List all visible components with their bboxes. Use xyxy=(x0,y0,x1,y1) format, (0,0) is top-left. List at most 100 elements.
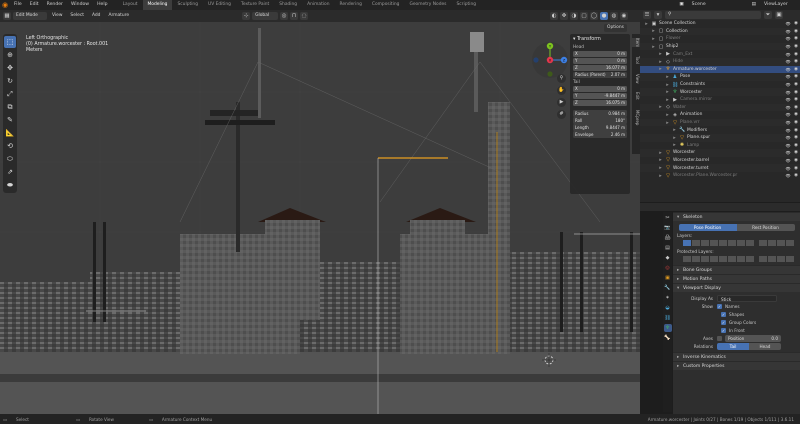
transform-panel-title[interactable]: ▾ Transform xyxy=(573,36,627,43)
outliner-row[interactable]: ▸ ♆ Worcester 👁 ◉ xyxy=(640,88,800,96)
eye-icon[interactable]: 👁 xyxy=(784,36,792,41)
chevron-right-icon[interactable]: ▸ xyxy=(658,66,663,72)
view-layer-icon[interactable]: ▤ xyxy=(664,244,672,252)
render-visibility-icon[interactable]: ◉ xyxy=(792,166,800,171)
bone-icon[interactable]: 🦴 xyxy=(664,334,672,342)
render-visibility-icon[interactable]: ◉ xyxy=(792,67,800,72)
display-as-dropdown[interactable]: Stick xyxy=(717,294,777,302)
chevron-right-icon[interactable]: ▸ xyxy=(665,120,670,126)
inverse-kinematics-panel-header[interactable]: ▸ Inverse Kinematics xyxy=(673,352,800,361)
tab-modeling[interactable]: Modeling xyxy=(142,0,173,10)
select-box-tool-icon[interactable]: ⬚ xyxy=(4,36,16,48)
outliner-editor-type-icon[interactable]: ☰ xyxy=(643,11,651,19)
head-x-field[interactable]: X 0 m xyxy=(573,50,627,57)
render-visibility-icon[interactable]: ◉ xyxy=(792,105,800,110)
chevron-right-icon[interactable]: ▸ xyxy=(658,173,663,179)
outliner-row[interactable]: ▸ ◇ Water 👁 ◉ xyxy=(640,103,800,112)
chevron-right-icon[interactable]: ▸ xyxy=(658,150,663,156)
grid-icon[interactable]: # xyxy=(557,110,566,119)
scene-icon[interactable]: ◆ xyxy=(664,254,672,262)
eye-icon[interactable]: 👁 xyxy=(784,97,792,102)
snap-icon[interactable]: ⊓ xyxy=(290,12,299,20)
move-tool-icon[interactable]: ✥ xyxy=(4,62,16,74)
tab-compositing[interactable]: Compositing xyxy=(367,0,405,10)
rest-position-button[interactable]: Rest Position xyxy=(736,223,795,231)
tab-geometry-nodes[interactable]: Geometry Nodes xyxy=(404,0,451,10)
menu-armature[interactable]: Armature xyxy=(105,12,132,20)
view-layer-icon[interactable]: ▤ xyxy=(748,0,760,10)
outliner-row[interactable]: ▸ ▽ Worcester 👁 ◉ xyxy=(640,149,800,157)
render-visibility-icon[interactable]: ◉ xyxy=(792,21,800,26)
menu-render[interactable]: Render xyxy=(43,0,67,10)
filter-icon[interactable]: ⏷ xyxy=(764,11,772,19)
chevron-right-icon[interactable]: ▸ xyxy=(672,127,677,133)
render-visibility-icon[interactable]: ◉ xyxy=(792,150,800,155)
new-collection-icon[interactable]: ▣ xyxy=(775,11,783,19)
render-visibility-icon[interactable]: ◉ xyxy=(792,52,800,57)
eye-icon[interactable]: 👁 xyxy=(784,90,792,95)
eye-icon[interactable]: 👁 xyxy=(784,74,792,79)
tab-shading[interactable]: Shading xyxy=(274,0,302,10)
outliner-row[interactable]: ▸ ✺ Lamp 👁 ◉ xyxy=(640,142,800,150)
armature-data-icon[interactable]: ♆ xyxy=(663,324,672,332)
chevron-right-icon[interactable]: ▸ xyxy=(658,165,663,171)
render-icon[interactable]: 📷 xyxy=(664,224,672,232)
tab-tool[interactable]: Tool xyxy=(632,56,640,64)
chevron-right-icon[interactable]: ▸ xyxy=(651,36,656,42)
tab-item[interactable]: Item xyxy=(632,38,640,48)
bone-envelope-tool-icon[interactable]: ⬬ xyxy=(4,179,16,191)
eye-icon[interactable]: 👁 xyxy=(784,143,792,148)
eye-icon[interactable]: 👁 xyxy=(784,21,792,26)
menu-window[interactable]: Window xyxy=(67,0,93,10)
outliner-row[interactable]: ▸ ▽ Plane.vrr 👁 ◉ xyxy=(640,118,800,127)
physics-icon[interactable]: ◒ xyxy=(664,304,672,312)
tail-y-field[interactable]: Y -9.8447 m xyxy=(573,92,627,99)
chevron-right-icon[interactable]: ▸ xyxy=(651,28,656,34)
render-visibility-icon[interactable]: ◉ xyxy=(792,36,800,41)
motion-paths-panel-header[interactable]: ▸ Motion Paths xyxy=(673,274,800,283)
overlay-icon[interactable]: ◑ xyxy=(570,12,578,20)
layers-grid[interactable] xyxy=(677,239,796,247)
chevron-right-icon[interactable]: ▸ xyxy=(665,112,670,118)
tail-z-field[interactable]: Z 16.075 m xyxy=(573,99,627,106)
skeleton-panel-header[interactable]: ▾ Skeleton xyxy=(673,212,800,221)
pivot-icon[interactable]: ◎ xyxy=(280,12,289,20)
gizmo-toggle-icon[interactable]: ✥ xyxy=(560,12,568,20)
outliner-row[interactable]: ▸ 🔧 Modifiers 👁 ◉ xyxy=(640,126,800,134)
outliner-search-input[interactable]: ⚲ xyxy=(665,11,761,19)
chevron-right-icon[interactable]: ▸ xyxy=(665,89,670,95)
bone-size-tool-icon[interactable]: ⬭ xyxy=(4,153,16,165)
tab-mcprep[interactable]: MCprep xyxy=(632,110,640,125)
length-field[interactable]: Length 9.8447 m xyxy=(573,124,627,131)
menu-view[interactable]: View xyxy=(49,12,65,20)
render-visibility-icon[interactable]: ◉ xyxy=(792,158,800,163)
outliner-row[interactable]: ▸ ▽ Plane.spur 👁 ◉ xyxy=(640,133,800,142)
display-mode-icon[interactable]: ▾ xyxy=(654,11,662,19)
annotate-tool-icon[interactable]: ✎ xyxy=(4,114,16,126)
menu-add[interactable]: Add xyxy=(89,12,104,20)
tool-icon[interactable]: ✂ xyxy=(664,214,672,222)
head-y-field[interactable]: Y 0 m xyxy=(573,57,627,64)
eye-icon[interactable]: 👁 xyxy=(784,166,792,171)
blender-logo-icon[interactable]: ◉ xyxy=(0,0,10,10)
eye-icon[interactable]: 👁 xyxy=(784,67,792,72)
shading-material-icon[interactable]: ◍ xyxy=(610,12,618,20)
options-button[interactable]: Options xyxy=(604,24,627,32)
render-visibility-icon[interactable]: ◉ xyxy=(792,97,800,102)
tab-view[interactable]: View xyxy=(632,74,640,84)
tab-sculpting[interactable]: Sculpting xyxy=(172,0,203,10)
pan-hand-icon[interactable]: ✋ xyxy=(557,86,566,95)
render-visibility-icon[interactable]: ◉ xyxy=(792,59,800,64)
chevron-right-icon[interactable]: ▸ xyxy=(658,51,663,57)
render-visibility-icon[interactable]: ◉ xyxy=(792,90,800,95)
particles-icon[interactable]: ✶ xyxy=(664,294,672,302)
group-colors-checkbox[interactable]: ✓ xyxy=(721,319,726,325)
eye-icon[interactable]: 👁 xyxy=(784,173,792,178)
outliner-row[interactable]: ▸ ▽ Worcester.barrel 👁 ◉ xyxy=(640,157,800,165)
eye-icon[interactable]: 👁 xyxy=(784,128,792,133)
names-checkbox[interactable]: ✓ xyxy=(717,303,722,309)
axes-position-field[interactable]: Position 0.0 xyxy=(725,334,781,342)
tail-x-field[interactable]: X 0 m xyxy=(573,85,627,92)
chevron-right-icon[interactable]: ▸ xyxy=(658,59,663,65)
radius-field[interactable]: Radius 0.984 m xyxy=(573,110,627,117)
